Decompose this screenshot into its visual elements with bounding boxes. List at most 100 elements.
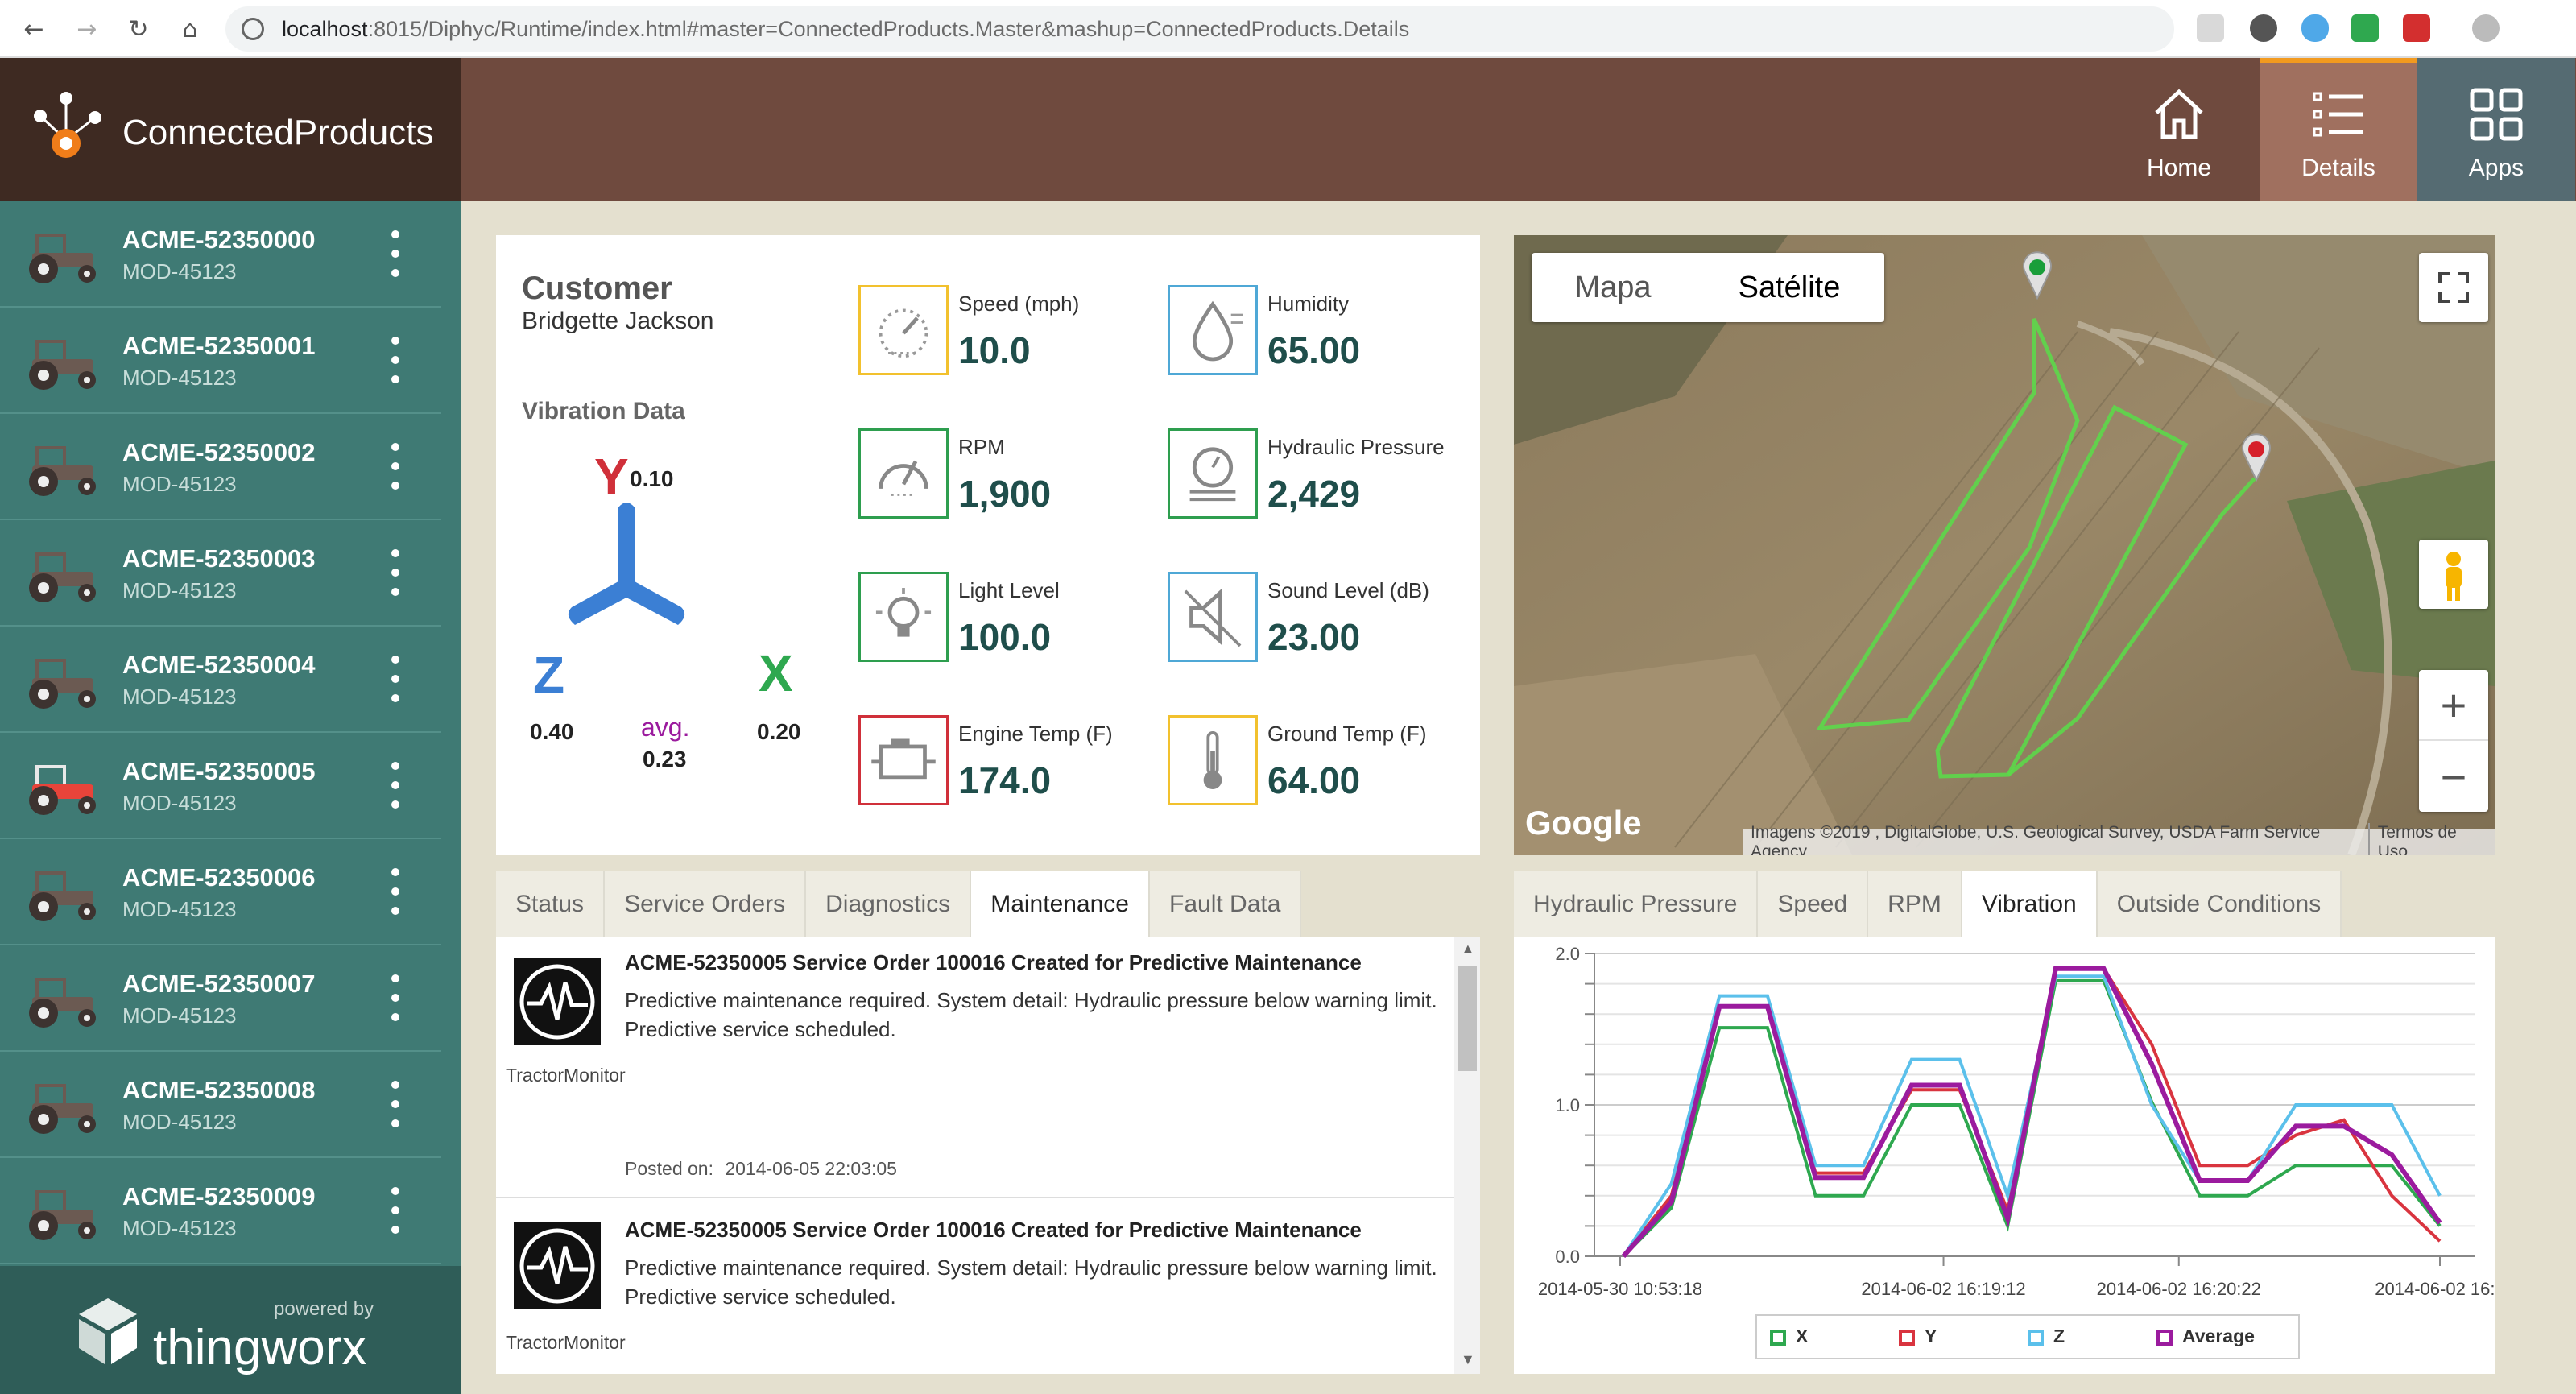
message-source: TractorMonitor bbox=[506, 1065, 626, 1086]
map-type-satellite-button[interactable]: Satélite bbox=[1694, 253, 1884, 322]
tab-speed[interactable]: Speed bbox=[1758, 871, 1869, 937]
message-body: Predictive maintenance required. System … bbox=[625, 988, 1437, 1041]
fullscreen-button[interactable] bbox=[2419, 253, 2488, 322]
more-options-icon[interactable] bbox=[391, 1081, 401, 1129]
back-icon[interactable]: ← bbox=[16, 11, 52, 47]
device-sidebar: ACME-52350000 MOD-45123 ACME-52350001 MOD-4… bbox=[0, 201, 461, 1394]
more-options-icon[interactable] bbox=[391, 443, 401, 491]
sensor-tile: Ground Temp (F) 64.00 bbox=[1168, 715, 1474, 828]
tractor-icon bbox=[29, 340, 96, 390]
map-attribution-text: Imagens ©2019 , DigitalGlobe, U.S. Geolo… bbox=[1751, 823, 2321, 855]
nav-apps[interactable]: Apps bbox=[2417, 58, 2575, 201]
device-name: ACME-52350002 bbox=[122, 438, 316, 466]
tab-rpm[interactable]: RPM bbox=[1868, 871, 1962, 937]
scrollbar-thumb[interactable] bbox=[1458, 966, 1477, 1071]
sensor-value: 1,900 bbox=[958, 473, 1052, 515]
y-tick-label: 1.0 bbox=[1555, 1095, 1580, 1115]
sensor-tile: Light Level 100.0 bbox=[858, 572, 1164, 685]
satellite-map[interactable]: Mapa Satélite + − Google Imagens ©2019 ,… bbox=[1514, 235, 2495, 855]
pegman-button[interactable] bbox=[2419, 540, 2488, 609]
powered-by-text: powered by bbox=[274, 1298, 374, 1320]
cloud-extension-icon[interactable] bbox=[2301, 14, 2329, 42]
tab-diagnostics[interactable]: Diagnostics bbox=[806, 871, 972, 937]
tab-outside-conditions[interactable]: Outside Conditions bbox=[2097, 871, 2342, 937]
device-item[interactable]: ACME-52350006 MOD-45123 bbox=[0, 839, 441, 945]
device-name: ACME-52350004 bbox=[122, 651, 316, 679]
device-item[interactable]: ACME-52350007 MOD-45123 bbox=[0, 945, 441, 1052]
list-icon bbox=[2313, 92, 2363, 137]
device-item[interactable]: ACME-52350008 MOD-45123 bbox=[0, 1052, 441, 1158]
legend-item-x[interactable]: X bbox=[1770, 1326, 1808, 1347]
axis-x-value: 0.20 bbox=[757, 719, 801, 744]
legend-item-z[interactable]: Z bbox=[2028, 1326, 2065, 1347]
more-options-icon[interactable] bbox=[391, 337, 401, 385]
end-marker-icon[interactable] bbox=[2240, 433, 2272, 482]
messages-scrollbar[interactable]: ▲ ▼ bbox=[1454, 937, 1480, 1374]
axis-z-letter: Z bbox=[533, 646, 564, 704]
home-icon[interactable]: ⌂ bbox=[172, 11, 208, 47]
more-options-icon[interactable] bbox=[391, 974, 401, 1023]
device-item[interactable]: ACME-52350000 MOD-45123 bbox=[0, 201, 441, 308]
sensor-label: Light Level bbox=[958, 578, 1060, 602]
profile-avatar[interactable] bbox=[2472, 14, 2500, 42]
tab-fault-data[interactable]: Fault Data bbox=[1150, 871, 1302, 937]
nav-home[interactable]: Home bbox=[2100, 58, 2258, 201]
device-item[interactable]: ACME-52350001 MOD-45123 bbox=[0, 308, 441, 414]
nav-details[interactable]: Details bbox=[2260, 58, 2417, 201]
pdf-extension-icon[interactable] bbox=[2197, 14, 2224, 42]
tab-vibration[interactable]: Vibration bbox=[1962, 871, 2098, 937]
tractor-icon bbox=[29, 552, 96, 602]
tab-service-orders[interactable]: Service Orders bbox=[605, 871, 807, 937]
more-options-icon[interactable] bbox=[391, 762, 401, 810]
reload-icon[interactable]: ↻ bbox=[121, 11, 156, 47]
more-options-icon[interactable] bbox=[391, 868, 401, 916]
more-options-icon[interactable] bbox=[391, 656, 401, 704]
tab-status[interactable]: Status bbox=[496, 871, 606, 937]
device-item[interactable]: ACME-52350003 MOD-45123 bbox=[0, 520, 441, 627]
sensor-label: Engine Temp (F) bbox=[958, 722, 1113, 746]
tab-maintenance[interactable]: Maintenance bbox=[971, 871, 1150, 937]
maintenance-messages: ACME-52350005 Service Order 100016 Creat… bbox=[496, 937, 1480, 1374]
sidebar-footer: powered by thingworx bbox=[0, 1266, 461, 1394]
nav-home-label: Home bbox=[2146, 155, 2212, 181]
tractor-icon bbox=[29, 659, 96, 709]
scroll-down-icon[interactable]: ▼ bbox=[1461, 1351, 1475, 1368]
sensor-value: 174.0 bbox=[958, 759, 1052, 801]
more-options-icon[interactable] bbox=[391, 1187, 401, 1235]
device-item[interactable]: ACME-52350005 MOD-45123 bbox=[0, 733, 441, 839]
info-icon[interactable] bbox=[242, 18, 264, 40]
extension-circle-icon[interactable] bbox=[2250, 14, 2277, 42]
more-options-icon[interactable] bbox=[391, 549, 401, 598]
check-extension-icon[interactable] bbox=[2351, 14, 2379, 42]
zoom-in-button[interactable]: + bbox=[2419, 670, 2488, 741]
scroll-up-icon[interactable]: ▲ bbox=[1461, 941, 1475, 958]
axis-x-letter: X bbox=[759, 644, 793, 702]
map-terms-link[interactable]: Termos de Uso bbox=[2367, 823, 2487, 855]
device-name: ACME-52350003 bbox=[122, 544, 316, 573]
sound-muted-icon bbox=[1168, 572, 1258, 662]
device-item[interactable]: ACME-52350004 MOD-45123 bbox=[0, 627, 441, 733]
series-line-y bbox=[1622, 966, 2442, 1258]
message-posted: Posted on: 2014-06-05 22:03:05 bbox=[625, 1158, 897, 1180]
forward-icon[interactable]: → bbox=[69, 11, 105, 47]
tab-hydraulic-pressure[interactable]: Hydraulic Pressure bbox=[1514, 871, 1759, 937]
sensor-tile: Engine Temp (F) 174.0 bbox=[858, 715, 1164, 828]
device-item[interactable]: ACME-52350009 MOD-45123 bbox=[0, 1158, 441, 1264]
chart-tabs: Hydraulic Pressure Speed RPM Vibration Outsi… bbox=[1514, 871, 2342, 937]
device-item[interactable]: ACME-52350002 MOD-45123 bbox=[0, 414, 441, 520]
avg-value: 0.23 bbox=[643, 747, 687, 768]
address-bar[interactable]: localhost:8015/Diphyc/Runtime/index.html… bbox=[225, 6, 2174, 52]
zoom-out-button[interactable]: − bbox=[2419, 741, 2488, 812]
url-path: :8015/Diphyc/Runtime/index.html#master=C… bbox=[367, 16, 1410, 41]
more-options-icon[interactable] bbox=[391, 230, 401, 279]
legend-swatch bbox=[2028, 1329, 2044, 1346]
sensor-value: 65.00 bbox=[1267, 329, 1361, 371]
x-tick-label: 2014-06-02 16:2 bbox=[2375, 1279, 2495, 1299]
start-marker-icon[interactable] bbox=[2021, 251, 2053, 300]
legend-item-y[interactable]: Y bbox=[1899, 1326, 1937, 1347]
legend-item-average[interactable]: Average bbox=[2156, 1326, 2255, 1347]
thingworx-wordmark: thingworx bbox=[153, 1320, 367, 1375]
video-extension-icon[interactable] bbox=[2403, 14, 2430, 42]
map-imagery bbox=[1514, 235, 2495, 855]
map-type-map-button[interactable]: Mapa bbox=[1532, 253, 1694, 322]
